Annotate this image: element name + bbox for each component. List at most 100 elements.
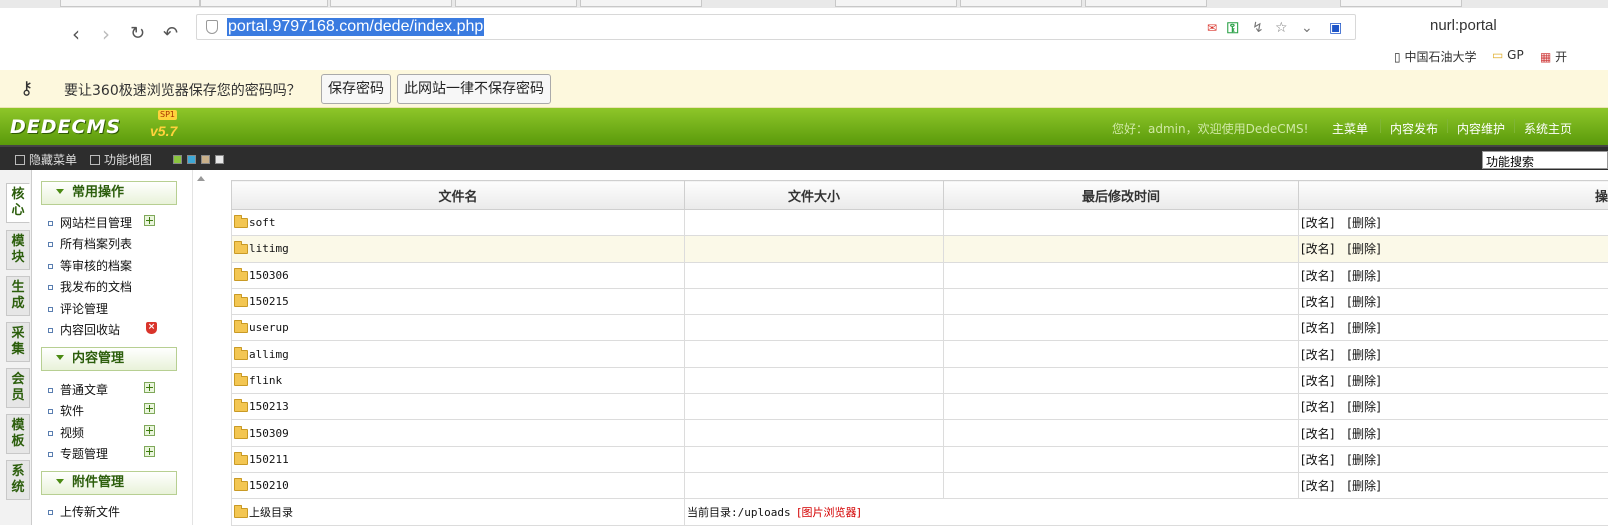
- file-name-cell[interactable]: flink: [232, 367, 685, 393]
- never-save-password-button[interactable]: 此网站一律不保存密码: [397, 74, 551, 104]
- bookmark-item[interactable]: ▦ 开: [1540, 48, 1567, 65]
- delete-link[interactable]: [删除]: [1347, 374, 1380, 388]
- hide-menu-button[interactable]: 隐藏菜单: [15, 151, 77, 168]
- menu-group-content[interactable]: 内容管理: [41, 347, 177, 371]
- menu-item-topics[interactable]: 专题管理: [48, 445, 108, 462]
- delete-link[interactable]: [删除]: [1347, 321, 1380, 335]
- tab-generate[interactable]: 生成: [6, 276, 30, 316]
- forward-arrow-icon[interactable]: ›: [102, 23, 110, 45]
- delete-link[interactable]: [删除]: [1347, 242, 1380, 256]
- menu-scrollbar[interactable]: [192, 170, 230, 525]
- search-box[interactable]: nurl:portal: [1380, 8, 1608, 46]
- paw-icon[interactable]: ▣: [1329, 20, 1342, 36]
- file-name-cell[interactable]: 150309: [232, 420, 685, 446]
- save-password-button[interactable]: 保存密码: [321, 74, 391, 104]
- scroll-up-icon[interactable]: [197, 176, 205, 181]
- rename-link[interactable]: [改名]: [1301, 427, 1334, 441]
- theme-swatch-blue[interactable]: [187, 155, 196, 164]
- menu-item-my-docs[interactable]: 我发布的文档: [48, 278, 132, 295]
- browser-tab[interactable]: [1340, 0, 1462, 7]
- bookmark-item[interactable]: ▭ GP: [1492, 48, 1524, 62]
- file-name-cell[interactable]: 150213: [232, 394, 685, 420]
- tab-system[interactable]: 系统: [6, 460, 30, 500]
- rename-link[interactable]: [改名]: [1301, 295, 1334, 309]
- nav-content-maintain[interactable]: 内容维护: [1457, 120, 1505, 137]
- function-map-button[interactable]: 功能地图: [90, 151, 152, 168]
- browser-tab[interactable]: [60, 0, 200, 7]
- tab-core[interactable]: 核心: [6, 183, 30, 223]
- theme-swatch-white[interactable]: [215, 155, 224, 164]
- search-input[interactable]: nurl:portal: [1430, 17, 1497, 34]
- star-icon[interactable]: ☆: [1275, 20, 1288, 36]
- menu-item-recycle-bin[interactable]: 内容回收站: [48, 321, 120, 338]
- tab-members[interactable]: 会员: [6, 368, 30, 408]
- nav-main-menu[interactable]: 主菜单: [1332, 120, 1368, 137]
- menu-item-pending-review[interactable]: 等审核的档案: [48, 257, 132, 274]
- menu-item-software[interactable]: 软件: [48, 402, 84, 419]
- function-search-input[interactable]: 功能搜索: [1482, 151, 1608, 169]
- rename-link[interactable]: [改名]: [1301, 216, 1334, 230]
- back-arrow-icon[interactable]: ‹: [72, 23, 80, 45]
- rename-link[interactable]: [改名]: [1301, 242, 1334, 256]
- file-name-cell[interactable]: 150215: [232, 288, 685, 314]
- add-icon[interactable]: [144, 446, 155, 457]
- add-icon[interactable]: [144, 382, 155, 393]
- delete-link[interactable]: [删除]: [1347, 427, 1380, 441]
- theme-swatch-green[interactable]: [173, 155, 182, 164]
- add-icon[interactable]: [144, 425, 155, 436]
- browser-tab[interactable]: [200, 0, 328, 7]
- nav-content-publish[interactable]: 内容发布: [1390, 120, 1438, 137]
- tab-modules[interactable]: 模块: [6, 230, 30, 270]
- tab-templates[interactable]: 模板: [6, 414, 30, 454]
- rename-link[interactable]: [改名]: [1301, 400, 1334, 414]
- rename-link[interactable]: [改名]: [1301, 453, 1334, 467]
- browser-tab[interactable]: [455, 0, 577, 7]
- add-icon[interactable]: [144, 215, 155, 226]
- tab-collect[interactable]: 采集: [6, 322, 30, 362]
- delete-link[interactable]: [删除]: [1347, 400, 1380, 414]
- menu-item-comments[interactable]: 评论管理: [48, 300, 108, 317]
- delete-link[interactable]: [删除]: [1347, 216, 1380, 230]
- menu-item-articles[interactable]: 普通文章: [48, 381, 108, 398]
- rename-link[interactable]: [改名]: [1301, 479, 1334, 493]
- browser-tab[interactable]: [960, 0, 1082, 7]
- bookmark-item[interactable]: ▯ 中国石油大学: [1394, 48, 1476, 65]
- delete-link[interactable]: [删除]: [1347, 348, 1380, 362]
- browser-tab[interactable]: [580, 0, 702, 7]
- file-name-cell[interactable]: userup: [232, 315, 685, 341]
- file-name-cell[interactable]: allimg: [232, 341, 685, 367]
- rename-link[interactable]: [改名]: [1301, 374, 1334, 388]
- url-field[interactable]: portal.9797168.com/dede/index.php ✉ ⚿ ↯ …: [196, 14, 1356, 40]
- undo-icon[interactable]: ↶: [163, 23, 178, 45]
- delete-link[interactable]: [删除]: [1347, 453, 1380, 467]
- menu-item-column-manage[interactable]: 网站栏目管理: [48, 214, 132, 231]
- menu-item-video[interactable]: 视频: [48, 424, 84, 441]
- menu-group-common[interactable]: 常用操作: [41, 181, 177, 205]
- browser-tab[interactable]: [835, 0, 957, 7]
- delete-link[interactable]: [删除]: [1347, 269, 1380, 283]
- url-text[interactable]: portal.9797168.com/dede/index.php: [227, 18, 484, 36]
- file-name-cell[interactable]: 150211: [232, 446, 685, 472]
- image-browser-link[interactable]: [图片浏览器]: [797, 506, 861, 519]
- theme-swatch-brown[interactable]: [201, 155, 210, 164]
- mail-icon[interactable]: ✉: [1207, 20, 1217, 36]
- parent-dir-cell[interactable]: 上级目录: [232, 499, 685, 525]
- file-name-cell[interactable]: 150306: [232, 262, 685, 288]
- chevron-down-icon[interactable]: ⌄: [1301, 20, 1313, 36]
- file-name-cell[interactable]: litimg: [232, 236, 685, 262]
- security-shield-icon[interactable]: ⚿: [1227, 20, 1238, 36]
- browser-tab[interactable]: [1085, 0, 1207, 7]
- file-name-cell[interactable]: 150210: [232, 472, 685, 498]
- nav-system-home[interactable]: 系统主页: [1524, 120, 1572, 137]
- file-name-cell[interactable]: soft: [232, 210, 685, 236]
- rename-link[interactable]: [改名]: [1301, 321, 1334, 335]
- delete-link[interactable]: [删除]: [1347, 295, 1380, 309]
- browser-tab[interactable]: [330, 0, 452, 7]
- recycle-icon[interactable]: ×: [146, 322, 157, 334]
- rename-link[interactable]: [改名]: [1301, 269, 1334, 283]
- add-icon[interactable]: [144, 403, 155, 414]
- menu-item-upload-file[interactable]: 上传新文件: [48, 503, 120, 520]
- reload-icon[interactable]: ↻: [130, 23, 145, 45]
- rename-link[interactable]: [改名]: [1301, 348, 1334, 362]
- menu-item-all-archives[interactable]: 所有档案列表: [48, 235, 132, 252]
